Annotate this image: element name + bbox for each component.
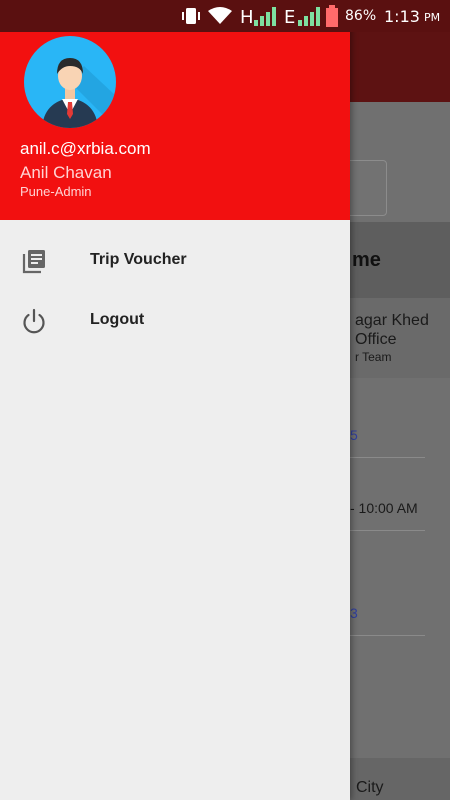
status-bar: H E 86% 1:13 PM <box>0 0 450 32</box>
app-bottom-text: City <box>356 779 384 796</box>
network-type-h: H <box>240 7 254 28</box>
app-divider <box>350 530 425 531</box>
network-type-e: E <box>284 7 296 28</box>
library-books-icon <box>22 250 45 274</box>
app-divider <box>350 635 425 636</box>
avatar[interactable] <box>24 36 116 128</box>
menu-item-label: Trip Voucher <box>90 251 187 268</box>
user-email: anil.c@xrbia.com <box>20 139 151 158</box>
user-avatar-icon <box>42 58 116 128</box>
drawer-header: anil.c@xrbia.com Anil Chavan Pune-Admin <box>0 0 350 220</box>
user-name: Anil Chavan <box>20 163 112 182</box>
clock-time: 1:13 <box>384 7 420 26</box>
app-link-1: 5 <box>350 427 358 443</box>
app-link-2: 3 <box>350 605 358 621</box>
app-row-title-1: agar Khed <box>355 312 429 329</box>
menu-item-label: Logout <box>90 311 145 328</box>
signal-icon <box>298 7 320 26</box>
app-row-title-2: Office <box>355 331 397 348</box>
power-icon <box>23 308 45 334</box>
battery-percent: 86% <box>345 8 377 24</box>
user-role: Pune-Admin <box>20 184 92 199</box>
signal-icon <box>254 7 276 26</box>
clock-suffix: PM <box>424 11 441 24</box>
navigation-drawer: anil.c@xrbia.com Anil Chavan Pune-Admin … <box>0 0 350 800</box>
wifi-icon <box>208 7 232 24</box>
app-divider <box>350 457 425 458</box>
app-row-subtitle: r Team <box>355 350 392 364</box>
menu-item-trip-voucher[interactable]: Trip Voucher <box>0 230 350 290</box>
battery-icon <box>326 5 338 27</box>
app-time-text: - 10:00 AM <box>350 500 418 516</box>
menu-item-logout[interactable]: Logout <box>0 290 350 350</box>
app-column-title: me <box>352 249 381 271</box>
vibrate-icon <box>182 8 200 24</box>
